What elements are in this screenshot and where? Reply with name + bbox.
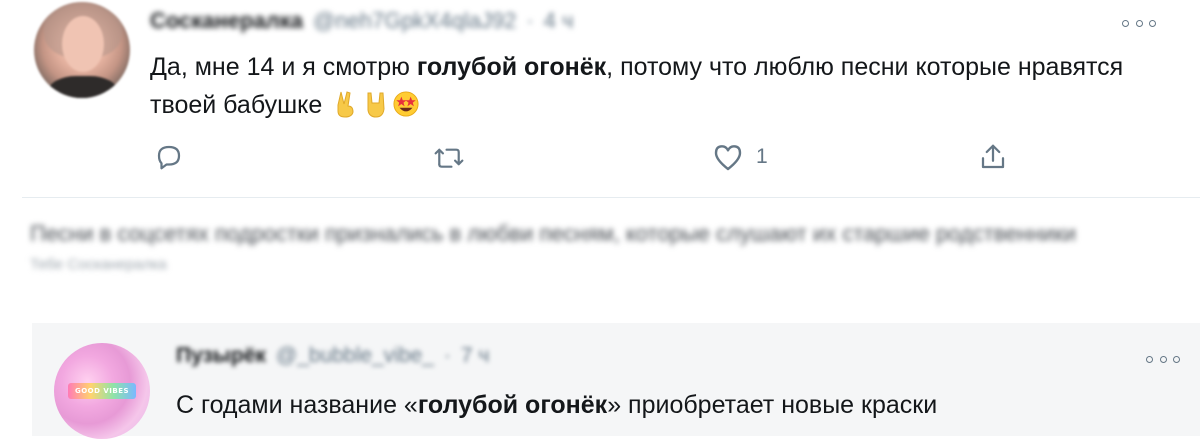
author-handle[interactable]: @neh7GpkX4qlaJ92 xyxy=(313,8,516,34)
avatar[interactable] xyxy=(34,2,130,98)
share-button[interactable] xyxy=(978,142,1008,172)
victory-hand-emoji xyxy=(337,91,354,118)
avatar-face xyxy=(62,16,104,72)
tweet-text-bold: голубой огонёк xyxy=(416,53,607,81)
blurred-caption-text: Песни в соцсетях подростки признались в … xyxy=(30,221,1076,246)
author-name[interactable]: Пузырёк xyxy=(176,344,266,368)
retweet-icon xyxy=(434,148,464,168)
tweet-text-part: » приобретает новые краски xyxy=(607,391,938,419)
heart-icon xyxy=(714,145,742,171)
tweet-header: Пузырёк @_bubble_vibe_ · 7 ч xyxy=(176,341,489,371)
reply-icon xyxy=(157,145,181,170)
tweet-text-part: С годами название « xyxy=(176,391,418,419)
tweet-timestamp[interactable]: 7 ч xyxy=(461,344,489,368)
avatar[interactable]: GOOD VIBES xyxy=(54,343,150,439)
tweet-text-part: Да, мне 14 и я смотрю xyxy=(150,53,417,81)
author-name[interactable]: Сосканералка xyxy=(150,8,303,34)
tweet-text-bold: голубой огонёк xyxy=(417,391,608,419)
avatar-badge: GOOD VIBES xyxy=(68,383,136,399)
star-struck-emoji xyxy=(393,91,419,117)
tweet-actions: 1 xyxy=(150,142,1050,176)
separator-dot: · xyxy=(443,344,451,367)
like-count: 1 xyxy=(756,145,768,168)
author-handle[interactable]: @_bubble_vibe_ xyxy=(276,344,434,368)
rock-on-hand-emoji xyxy=(367,92,385,118)
tweet-card[interactable]: Сосканералка @neh7GpkX4qlaJ92 · 4 ч Да, … xyxy=(22,0,1200,198)
blurred-caption: Песни в соцсетях подростки признались в … xyxy=(30,218,1090,273)
tweet-timestamp[interactable]: 4 ч xyxy=(544,8,574,34)
tweet-text: Да, мне 14 и я смотрю голубой огонёк, по… xyxy=(150,48,1170,124)
like-button[interactable]: 1 xyxy=(712,142,768,172)
more-options-icon[interactable] xyxy=(1146,354,1180,364)
more-options-icon[interactable] xyxy=(1122,18,1156,28)
tweet-card[interactable]: GOOD VIBES Пузырёк @_bubble_vibe_ · 7 ч … xyxy=(32,323,1200,439)
retweet-button[interactable] xyxy=(432,142,466,172)
share-icon xyxy=(981,144,1005,169)
separator-dot: · xyxy=(526,8,534,33)
tweet-text: С годами название «голубой огонёк» приоб… xyxy=(176,387,1136,423)
tweet-header: Сосканералка @neh7GpkX4qlaJ92 · 4 ч xyxy=(150,6,573,36)
avatar-shirt xyxy=(48,76,118,98)
reply-button[interactable] xyxy=(154,142,184,172)
blurred-caption-source: Тебе Сосканералка xyxy=(30,256,167,273)
